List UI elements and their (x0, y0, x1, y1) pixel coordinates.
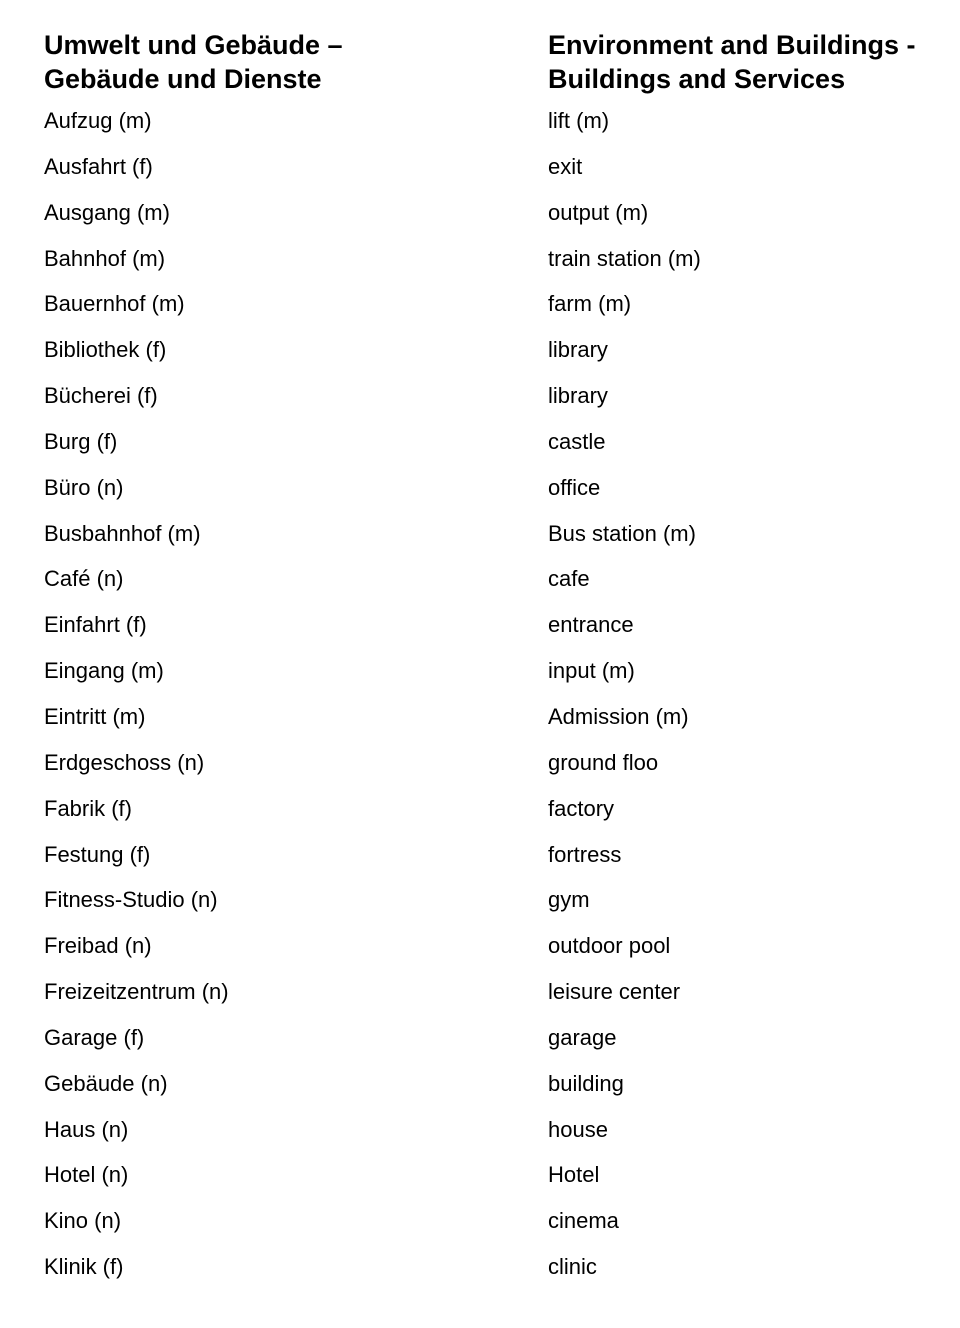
english-heading-line2: Buildings and Services (548, 64, 846, 94)
english-term-list: lift (m) exit output (m) train station (m) f… (548, 108, 958, 1300)
english-term: entrance (548, 612, 634, 638)
german-term: Busbahnhof (m) (44, 520, 201, 546)
english-term: farm (m) (548, 291, 632, 317)
german-term: Bahnhof (m) (44, 245, 166, 271)
german-term: Klinik (f) (44, 1254, 124, 1280)
english-term: gym (548, 887, 590, 913)
english-term: Bus station (m) (548, 520, 696, 546)
english-term: input (m) (548, 658, 635, 684)
english-term: building (548, 1070, 624, 1096)
english-term: house (548, 1116, 608, 1142)
german-term: Bücherei (f) (44, 383, 158, 409)
english-term: factory (548, 795, 615, 821)
english-term: cafe (548, 566, 590, 592)
german-term: Ausgang (m) (44, 199, 170, 225)
german-term: Bauernhof (m) (44, 291, 185, 317)
english-term: castle (548, 428, 606, 454)
german-term: Ausfahrt (f) (44, 153, 153, 179)
english-term: exit (548, 153, 583, 179)
english-term: outdoor pool (548, 933, 671, 959)
english-term: lift (m) (548, 108, 610, 133)
english-term: garage (548, 1024, 617, 1050)
english-term: clinic (548, 1254, 597, 1280)
german-term: Aufzug (m) (44, 108, 152, 133)
german-term-list: Aufzug (m) Ausfahrt (f) Ausgang (m) Bahnhof… (44, 108, 514, 1300)
english-term: cinema (548, 1208, 619, 1234)
english-heading: Environment and Buildings - Buildings an… (548, 28, 958, 96)
german-heading: Umwelt und Gebäude – Gebäude und Dienste (44, 28, 514, 96)
german-column: Umwelt und Gebäude – Gebäude und Dienste… (44, 28, 514, 1300)
german-term: Fabrik (f) (44, 795, 132, 821)
german-term: Büro (n) (44, 474, 124, 500)
english-term: ground floo (548, 749, 659, 775)
english-term: output (m) (548, 199, 649, 225)
english-term: library (548, 383, 608, 409)
german-term: Fitness-Studio (n) (44, 887, 218, 913)
german-term: Haus (n) (44, 1116, 129, 1142)
german-term: Eintritt (m) (44, 703, 146, 729)
german-term: Garage (f) (44, 1024, 145, 1050)
german-term: Eingang (m) (44, 658, 164, 684)
german-term: Kino (n) (44, 1208, 122, 1234)
english-term: office (548, 474, 601, 500)
english-term: library (548, 337, 608, 363)
english-term: fortress (548, 841, 622, 867)
english-term: leisure center (548, 979, 681, 1005)
german-heading-line2: Gebäude und Dienste (44, 64, 322, 94)
english-column: Environment and Buildings - Buildings an… (548, 28, 958, 1300)
german-term: Erdgeschoss (n) (44, 749, 205, 775)
german-term: Freibad (n) (44, 933, 152, 959)
german-term: Freizeitzentrum (n) (44, 979, 229, 1005)
english-heading-line1: Environment and Buildings - (548, 30, 916, 60)
english-term: Hotel (548, 1162, 600, 1188)
english-term: train station (m) (548, 245, 701, 271)
german-term: Einfahrt (f) (44, 612, 147, 638)
german-term: Burg (f) (44, 428, 118, 454)
german-term: Gebäude (n) (44, 1070, 168, 1096)
vocabulary-page: Umwelt und Gebäude – Gebäude und Dienste… (0, 0, 960, 1328)
german-term: Festung (f) (44, 841, 151, 867)
german-heading-line1: Umwelt und Gebäude – (44, 30, 343, 60)
english-term: Admission (m) (548, 703, 689, 729)
german-term: Café (n) (44, 566, 124, 592)
german-term: Hotel (n) (44, 1162, 129, 1188)
german-term: Bibliothek (f) (44, 337, 167, 363)
